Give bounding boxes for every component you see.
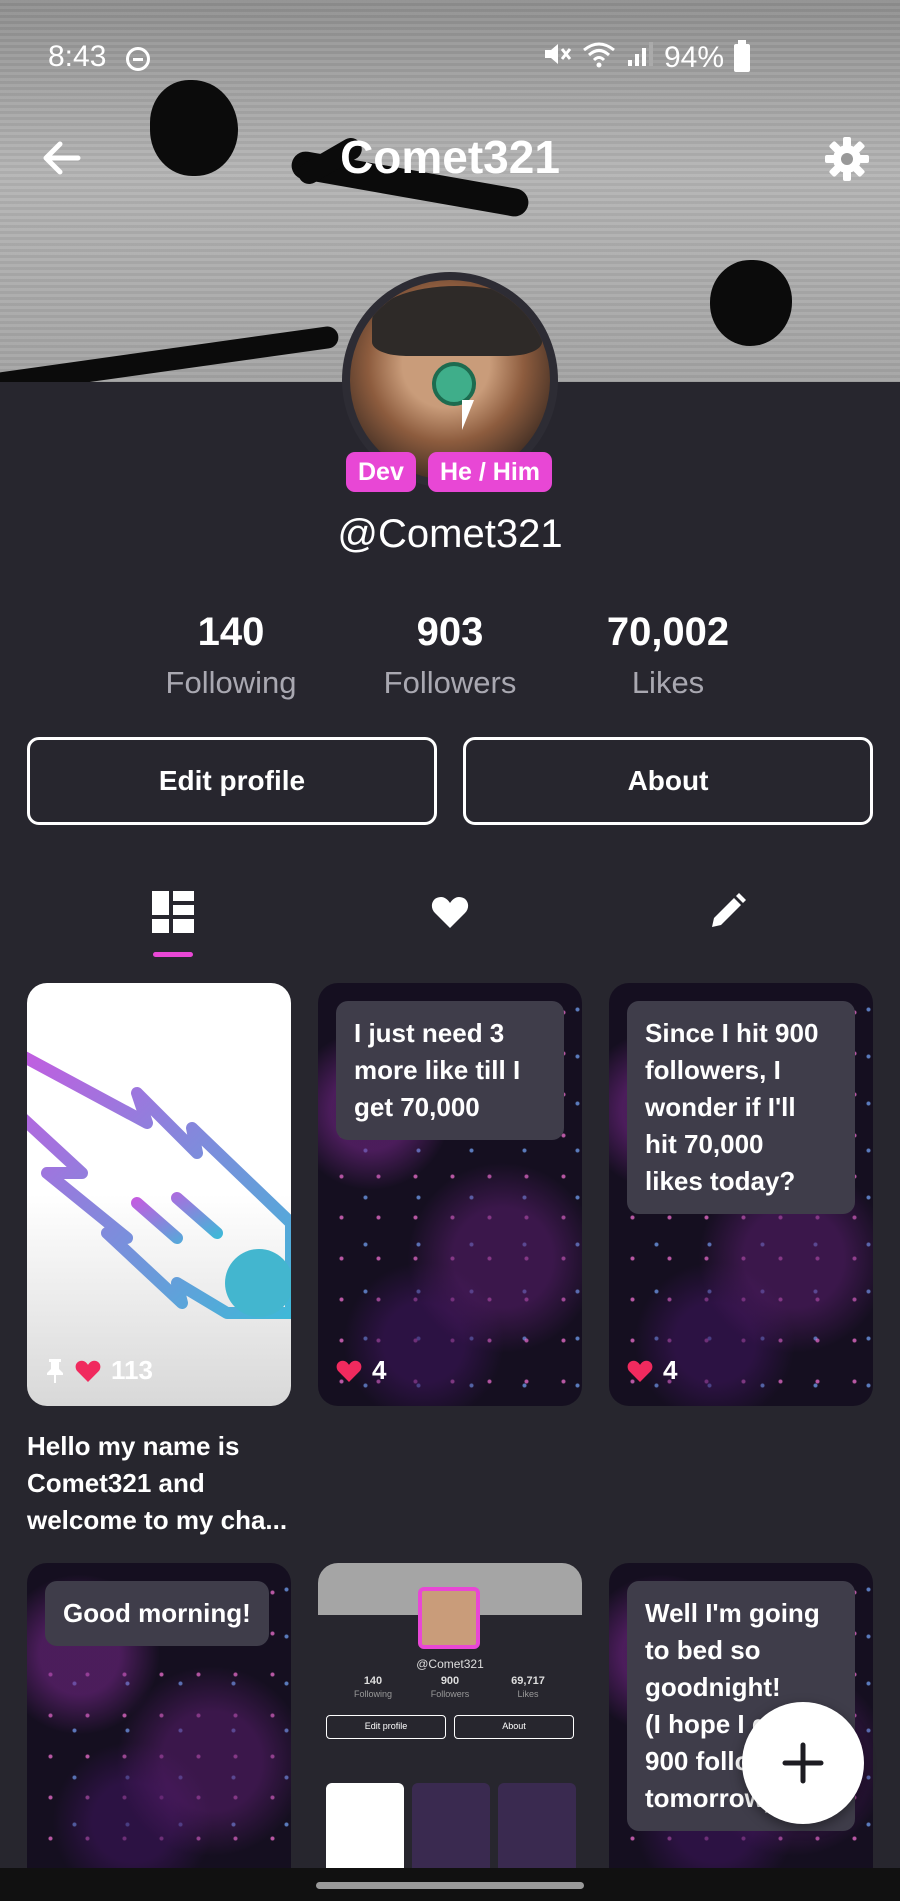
mini-stat-label: Followers [430,1689,470,1699]
grid-icon [152,891,194,933]
edit-profile-button[interactable]: Edit profile [27,737,437,825]
active-tab-indicator [153,952,193,957]
post-like-count: 4 [372,1355,387,1385]
settings-button[interactable] [822,134,872,184]
status-bar: 8:43 94% [0,0,900,118]
badge-dev: Dev [346,452,416,492]
post-tile[interactable]: @Comet321 140 Following 900 Followers 69… [318,1563,582,1868]
mini-avatar [418,1587,480,1649]
stat-following[interactable]: 140 Following [131,610,331,701]
mini-about-button: About [454,1715,574,1739]
mute-icon [542,40,572,75]
post-text: Good morning! [45,1581,269,1646]
post-tile[interactable]: Good morning! [27,1563,291,1868]
mini-stat-value: 140 [363,1675,383,1687]
signal-icon [626,40,654,75]
heart-icon [431,897,469,928]
tab-posts[interactable] [23,870,323,954]
status-right: 94% [542,39,750,75]
post-tile[interactable]: Since I hit 900 followers, I wonder if I… [609,983,873,1406]
post-like-count: 113 [111,1355,153,1385]
stat-followers-label: Followers [383,665,517,700]
stat-followers[interactable]: 903 Followers [350,610,550,701]
mini-stat-value: 900 [440,1675,460,1687]
stat-followers-value: 903 [416,610,484,654]
page-title: Comet321 [340,131,560,183]
post-text: Since I hit 900 followers, I wonder if I… [627,1001,855,1214]
stat-likes-value: 70,002 [606,610,730,654]
stat-following-value: 140 [197,610,265,654]
post-tile[interactable]: 113 [27,983,291,1406]
mini-thumb [326,1783,404,1868]
post-caption: Hello my name is Comet321 and welcome to… [27,1431,288,1535]
avatar-cap [372,286,542,356]
heart-icon [75,1360,101,1382]
heart-icon [627,1360,653,1382]
mini-stat-label: Following [353,1689,393,1699]
about-button[interactable]: About [463,737,873,825]
mini-thumb [412,1783,490,1868]
stat-likes: 70,002 Likes [568,610,768,701]
do-not-disturb-icon [126,47,150,71]
gear-icon [825,137,869,181]
tab-drafts[interactable] [577,870,877,954]
pencil-icon [712,893,746,927]
mini-stat-value: 69,717 [511,1675,545,1687]
profile-handle: @Comet321 [337,512,563,556]
battery-percent: 94% [663,40,724,74]
pin-icon [47,1358,63,1383]
create-post-button[interactable] [742,1702,864,1824]
tab-liked[interactable] [300,870,600,954]
stat-likes-label: Likes [631,665,705,700]
post-like-count: 4 [663,1355,678,1385]
post-text: I just need 3 more like till I get 70,00… [336,1001,564,1140]
mini-edit-button: Edit profile [326,1715,446,1739]
mini-handle: @Comet321 [416,1657,484,1671]
badge-pronouns: He / Him [428,452,553,492]
battery-icon [734,39,750,72]
wifi-icon [582,40,616,75]
post-likes: 113 [45,1355,153,1386]
post-likes: 4 [627,1355,677,1386]
post-tile[interactable]: I just need 3 more like till I get 70,00… [318,983,582,1406]
mini-thumb [498,1783,576,1868]
post-likes: 4 [336,1355,386,1386]
plus-icon [782,1742,824,1784]
stat-following-label: Following [165,665,297,700]
mini-stat-label: Likes [517,1689,539,1699]
system-nav-bar [0,1868,900,1901]
home-gesture-bar[interactable] [316,1882,584,1889]
banner-blob [710,260,792,346]
comet-logo-icon [27,1051,291,1319]
status-time: 8:43 [48,40,107,73]
heart-icon [336,1360,362,1382]
cursor-icon [462,400,474,430]
